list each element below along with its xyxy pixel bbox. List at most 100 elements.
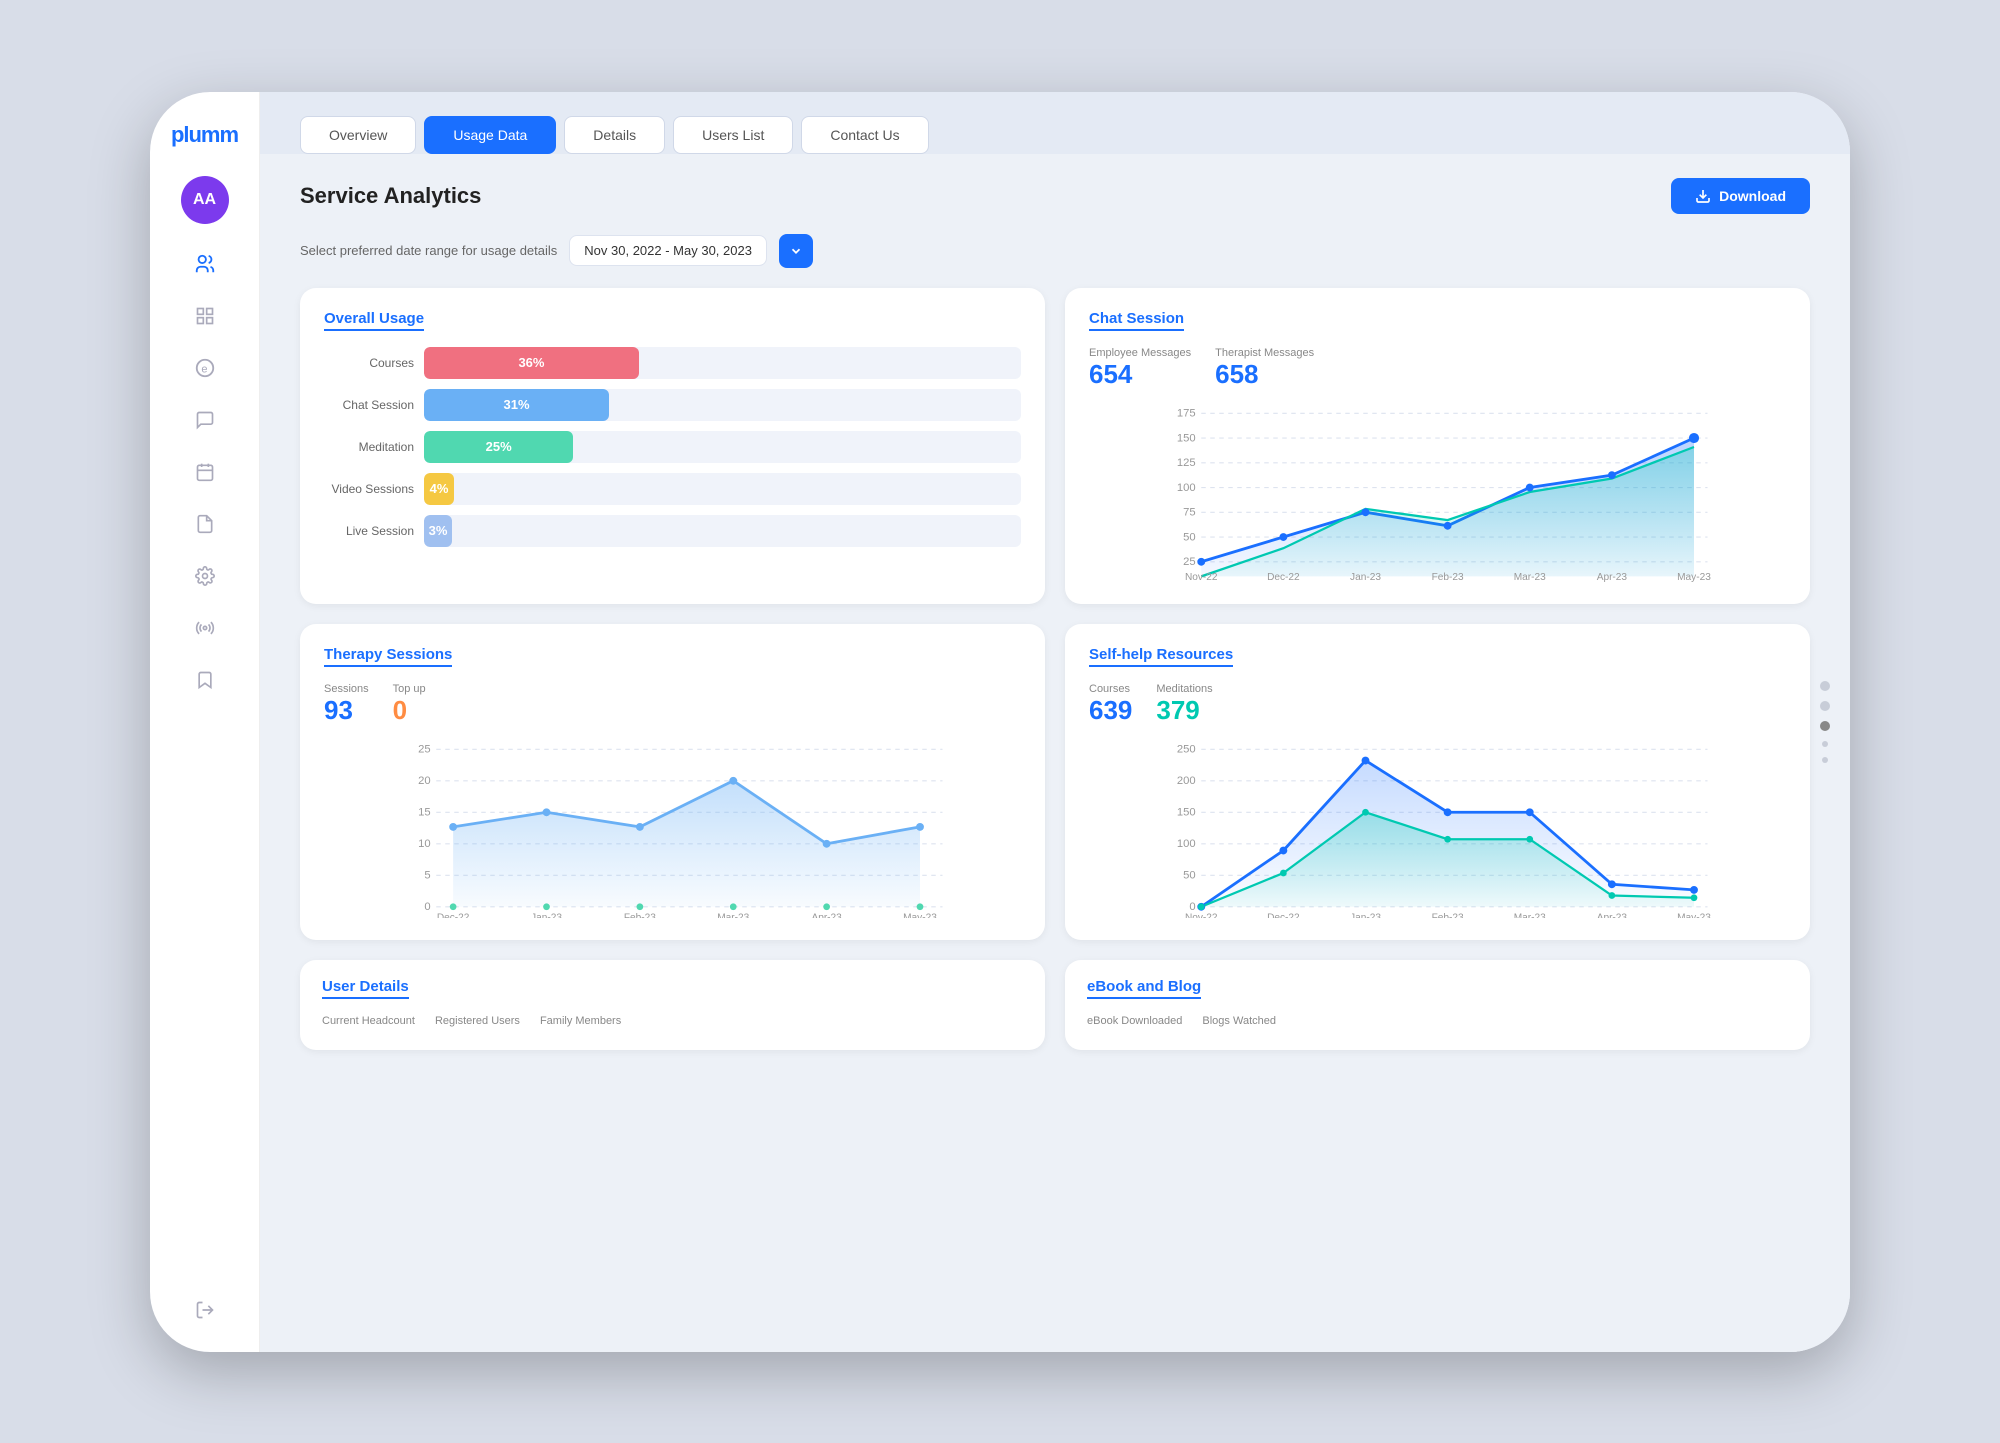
download-button[interactable]: Download — [1671, 178, 1810, 214]
tab-users-list[interactable]: Users List — [673, 116, 793, 154]
sidebar-icon-grid[interactable] — [183, 294, 227, 338]
usage-bar-bg-meditation: 25% — [424, 431, 1021, 463]
sidebar-icon-bookmark[interactable] — [183, 658, 227, 702]
self-help-card: Self-help Resources Courses 639 Meditati… — [1065, 624, 1810, 940]
usage-bar-bg-courses: 36% — [424, 347, 1021, 379]
sidebar-icon-e[interactable]: e — [183, 346, 227, 390]
therapy-chart: 25 20 15 10 5 0 — [324, 738, 1021, 918]
indicator-5[interactable] — [1822, 757, 1828, 763]
usage-bar-fill-meditation: 25% — [424, 431, 573, 463]
therapy-svg: 25 20 15 10 5 0 — [324, 738, 1021, 918]
label-ebook-downloaded: eBook Downloaded — [1087, 1015, 1182, 1027]
self-help-title: Self-help Resources — [1089, 646, 1233, 667]
tab-details[interactable]: Details — [564, 116, 665, 154]
svg-text:150: 150 — [1177, 806, 1196, 818]
tab-usage-data[interactable]: Usage Data — [424, 116, 556, 154]
chat-session-card: Chat Session Employee Messages 654 Thera… — [1065, 288, 1810, 604]
stat-employee-messages: Employee Messages 654 — [1089, 347, 1191, 390]
tablet-frame: plumm AA e — [150, 92, 1850, 1352]
sidebar-icon-broadcast[interactable] — [183, 606, 227, 650]
date-filter-input[interactable]: Nov 30, 2022 - May 30, 2023 — [569, 235, 767, 266]
svg-text:Mar-23: Mar-23 — [1514, 571, 1546, 581]
avatar[interactable]: AA — [181, 176, 229, 224]
bottom-cards: User Details Current Headcount Registere… — [300, 960, 1810, 1050]
svg-text:50: 50 — [1183, 869, 1196, 881]
stat-label-topup: Top up — [393, 683, 426, 695]
therapy-stats-row: Sessions 93 Top up 0 — [324, 683, 1021, 726]
download-label: Download — [1719, 188, 1786, 204]
sidebar-icon-settings[interactable] — [183, 554, 227, 598]
stat-value-courses: 639 — [1089, 695, 1132, 726]
usage-row-meditation: Meditation 25% — [324, 431, 1021, 463]
svg-text:250: 250 — [1177, 743, 1196, 755]
usage-label-chat: Chat Session — [324, 398, 414, 412]
usage-row-video: Video Sessions 4% — [324, 473, 1021, 505]
indicator-1[interactable] — [1820, 681, 1830, 691]
stat-value-meditations: 379 — [1156, 695, 1212, 726]
svg-text:Mar-23: Mar-23 — [1514, 912, 1546, 918]
svg-text:Jan-23: Jan-23 — [531, 912, 562, 918]
stat-therapist-messages: Therapist Messages 658 — [1215, 347, 1314, 390]
therapy-sessions-title: Therapy Sessions — [324, 646, 452, 667]
self-help-svg: 250 200 150 100 50 0 — [1089, 738, 1786, 918]
sidebar-icon-logout[interactable] — [183, 1288, 227, 1332]
label-blogs-watched: Blogs Watched — [1202, 1015, 1276, 1027]
svg-text:Feb-23: Feb-23 — [1432, 912, 1464, 918]
stat-label-employee: Employee Messages — [1089, 347, 1191, 359]
svg-text:25: 25 — [418, 743, 431, 755]
user-details-title: User Details — [322, 978, 409, 999]
svg-text:e: e — [201, 363, 207, 375]
svg-text:Feb-23: Feb-23 — [1432, 571, 1464, 581]
chat-session-chart: 175 150 125 100 75 50 25 — [1089, 402, 1786, 582]
page-indicators — [1820, 681, 1830, 763]
date-filter-dropdown-button[interactable] — [779, 234, 813, 268]
sidebar-icon-calendar[interactable] — [183, 450, 227, 494]
usage-bar-fill-live: 3% — [424, 515, 452, 547]
sidebar-icon-document[interactable] — [183, 502, 227, 546]
chat-stats-row: Employee Messages 654 Therapist Messages… — [1089, 347, 1786, 390]
overall-usage-card: Overall Usage Courses 36% Chat Session — [300, 288, 1045, 604]
sidebar-icon-users[interactable] — [183, 242, 227, 286]
usage-label-meditation: Meditation — [324, 440, 414, 454]
usage-bar-bg-chat: 31% — [424, 389, 1021, 421]
page-title: Service Analytics — [300, 183, 481, 209]
svg-text:5: 5 — [424, 869, 430, 881]
svg-text:Jan-23: Jan-23 — [1350, 571, 1381, 581]
tab-overview[interactable]: Overview — [300, 116, 416, 154]
sidebar: plumm AA e — [150, 92, 260, 1352]
stat-topup: Top up 0 — [393, 683, 426, 726]
top-nav: Overview Usage Data Details Users List C… — [260, 92, 1850, 154]
svg-text:175: 175 — [1177, 407, 1196, 419]
overall-usage-title: Overall Usage — [324, 310, 424, 331]
usage-bar-bg-video: 4% — [424, 473, 1021, 505]
usage-label-video: Video Sessions — [324, 482, 414, 496]
tab-contact-us[interactable]: Contact Us — [801, 116, 928, 154]
stat-ebook-downloaded: eBook Downloaded — [1087, 1015, 1182, 1027]
svg-text:May-23: May-23 — [1677, 571, 1711, 581]
indicator-4[interactable] — [1822, 741, 1828, 747]
indicator-2[interactable] — [1820, 701, 1830, 711]
stat-family-members: Family Members — [540, 1015, 621, 1027]
app-logo: plumm — [171, 122, 238, 148]
usage-row-chat: Chat Session 31% — [324, 389, 1021, 421]
sidebar-icon-chat[interactable] — [183, 398, 227, 442]
stat-sessions: Sessions 93 — [324, 683, 369, 726]
main-content: Overview Usage Data Details Users List C… — [260, 92, 1850, 1352]
svg-text:Nov-22: Nov-22 — [1185, 571, 1218, 581]
self-help-chart: 250 200 150 100 50 0 — [1089, 738, 1786, 918]
svg-text:50: 50 — [1183, 531, 1196, 543]
svg-text:May-23: May-23 — [1677, 912, 1711, 918]
usage-label-courses: Courses — [324, 356, 414, 370]
svg-text:125: 125 — [1177, 457, 1196, 469]
stat-value-therapist: 658 — [1215, 359, 1314, 390]
usage-row-live: Live Session 3% — [324, 515, 1021, 547]
svg-text:15: 15 — [418, 806, 431, 818]
svg-text:Jan-23: Jan-23 — [1350, 912, 1381, 918]
stat-value-topup: 0 — [393, 695, 426, 726]
svg-text:150: 150 — [1177, 432, 1196, 444]
stat-value-sessions: 93 — [324, 695, 369, 726]
svg-text:May-23: May-23 — [903, 912, 937, 918]
svg-text:0: 0 — [424, 901, 430, 913]
indicator-3[interactable] — [1820, 721, 1830, 731]
svg-text:10: 10 — [418, 838, 431, 850]
